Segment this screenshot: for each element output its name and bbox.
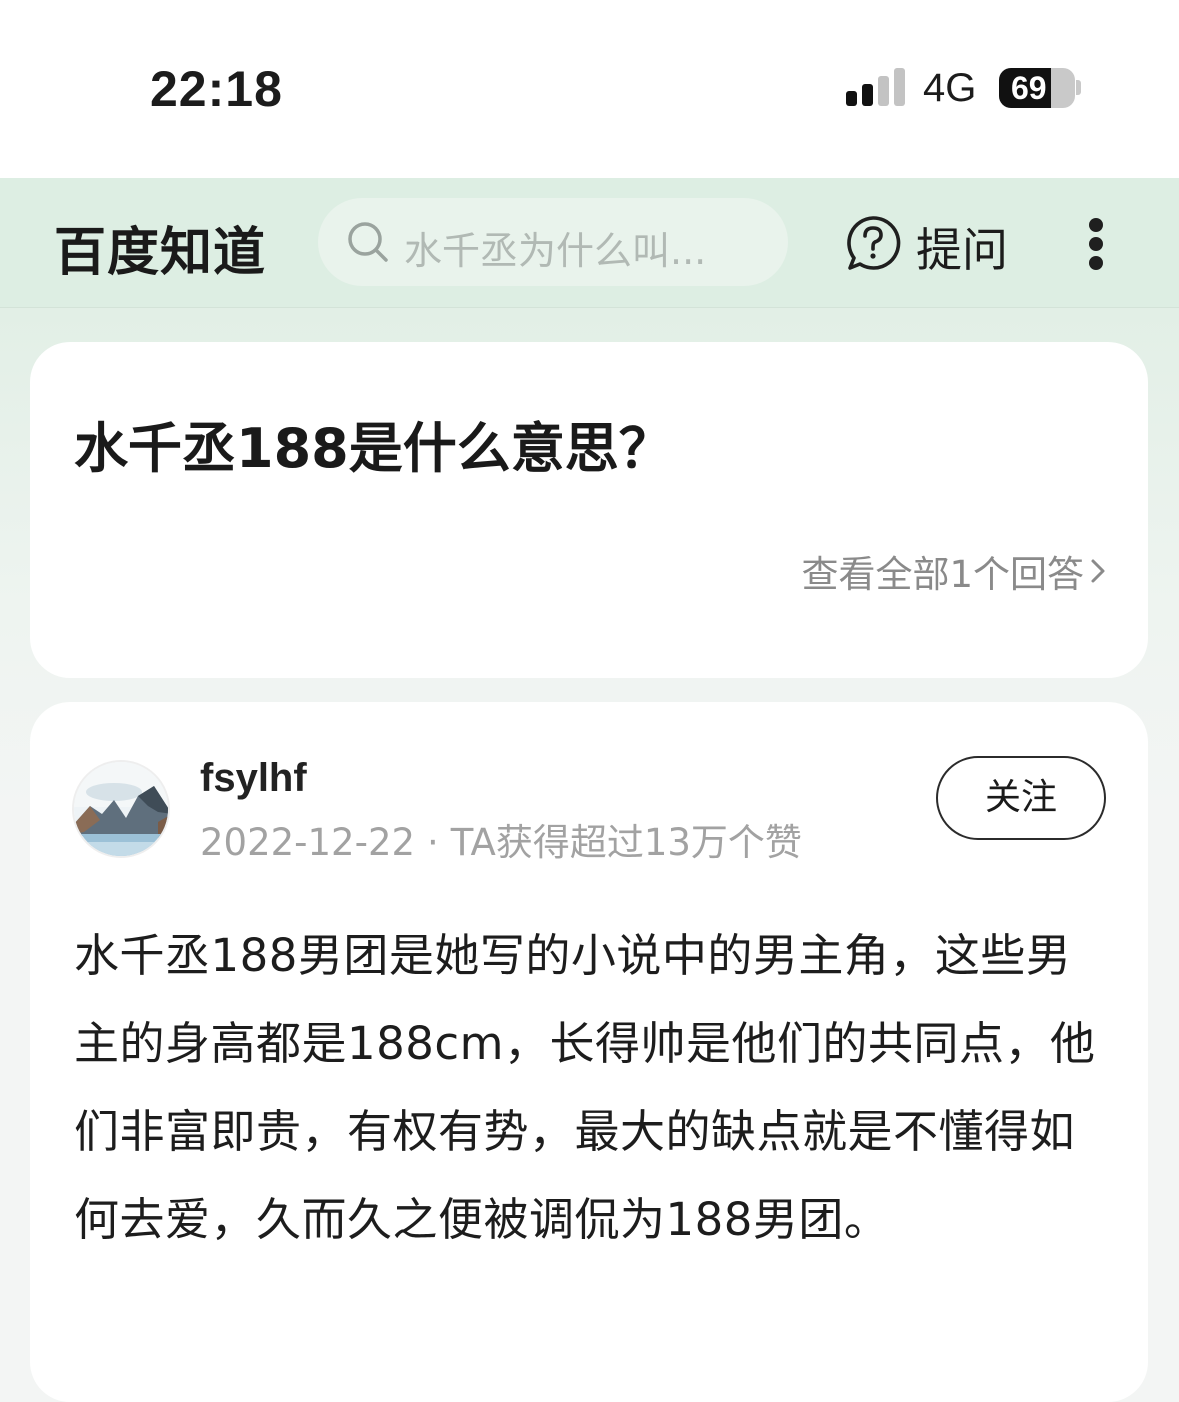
question-bubble-icon[interactable] — [844, 214, 902, 272]
search-placeholder: 水千丞为什么叫... — [404, 229, 707, 273]
battery-percent: 69 — [1011, 70, 1047, 106]
app-logo[interactable]: 百度知道 — [54, 210, 266, 285]
chevron-right-icon — [1091, 559, 1105, 583]
more-vertical-icon[interactable] — [1088, 218, 1104, 270]
view-all-label: 查看全部1个回答 — [801, 553, 1084, 596]
question-card: 水千丞188是什么意思？ 查看全部1个回答 — [30, 342, 1148, 678]
answerer-username[interactable]: fsylhf — [200, 756, 307, 801]
status-bar: 22:18 4G 69 — [0, 0, 1179, 178]
network-type: 4G — [923, 66, 977, 110]
avatar-landscape-image — [74, 762, 168, 856]
app-header: 百度知道 水千丞为什么叫... 提问 — [0, 178, 1179, 308]
view-all-answers-link[interactable]: 查看全部1个回答 — [801, 544, 1106, 598]
search-icon — [348, 222, 388, 262]
answer-meta: 2022-12-22 · TA获得超过13万个赞 — [200, 812, 802, 866]
answer-body: 水千丞188男团是她写的小说中的男主角，这些男主的身高都是188cm，长得帅是他… — [74, 929, 1096, 1246]
follow-button[interactable]: 关注 — [936, 756, 1106, 840]
status-time: 22:18 — [150, 61, 283, 117]
ask-button[interactable]: 提问 — [916, 214, 1008, 280]
search-input[interactable]: 水千丞为什么叫... — [318, 198, 788, 286]
meta-separator: · — [427, 821, 439, 864]
likes-info: TA获得超过13万个赞 — [450, 821, 802, 864]
question-title: 水千丞188是什么意思？ — [74, 417, 673, 480]
signal-strength-icon — [846, 68, 908, 106]
answer-date: 2022-12-22 — [200, 821, 416, 864]
battery-icon: 69 — [999, 68, 1075, 108]
battery-cap — [1076, 80, 1081, 95]
avatar[interactable] — [72, 760, 170, 858]
answer-card: fsylhf 2022-12-22 · TA获得超过13万个赞 关注 水千丞188男… — [30, 702, 1148, 1402]
